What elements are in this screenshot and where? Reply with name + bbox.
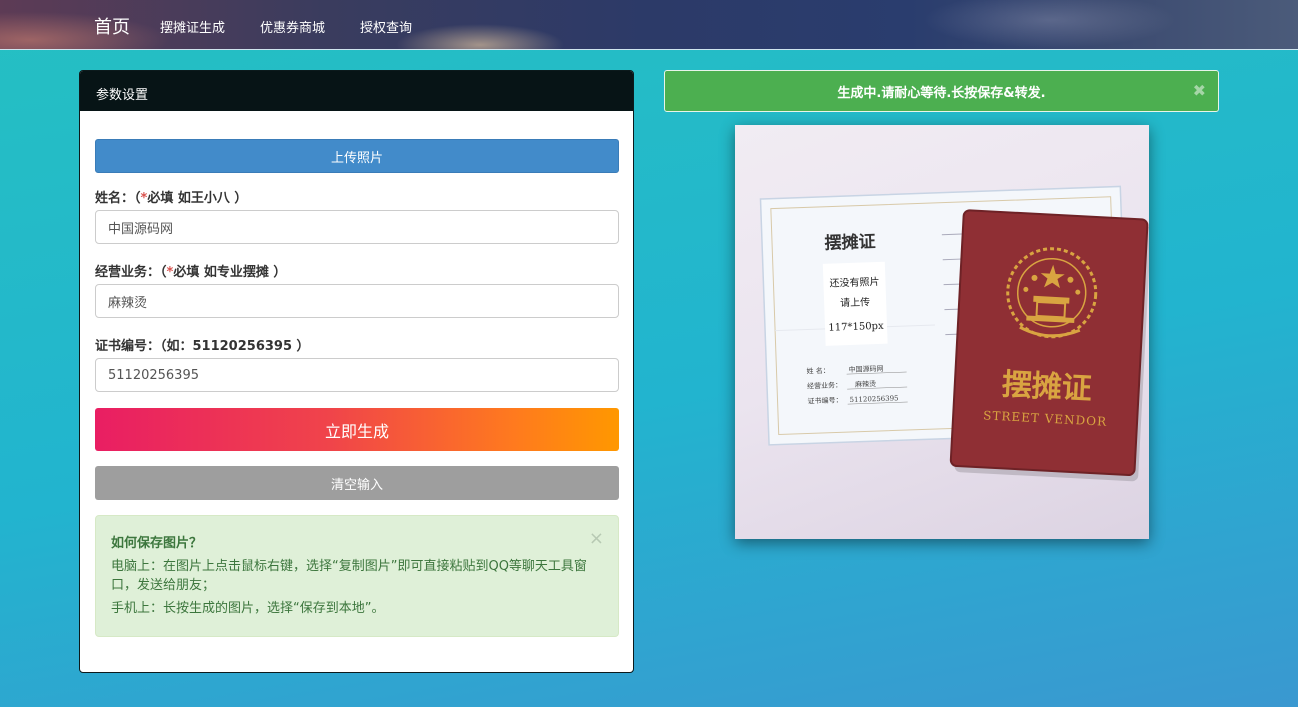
panel-title: 参数设置 — [80, 71, 633, 111]
business-input[interactable] — [95, 284, 619, 318]
status-alert: 生成中.请耐心等待.长按保存&转发. ✖ — [664, 70, 1219, 112]
help-title: 如何保存图片？ — [111, 536, 203, 551]
settings-panel: 参数设置 上传照片 姓名：（*必填 如王小八 ） 经营业务：（*必填 如专业摆摊… — [79, 70, 634, 673]
name-field-label: 姓名：（*必填 如王小八 ） — [95, 187, 247, 206]
nav-link-authorization-query[interactable]: 授权查询 — [360, 17, 412, 36]
help-mobile-text: 手机上：长按生成的图片，选择“保存到本地”。 — [111, 601, 385, 616]
cover-title: 摆摊证 — [1001, 367, 1093, 407]
status-text: 生成中.请耐心等待.长按保存&转发. — [837, 85, 1046, 101]
cert-name-label: 姓 名： — [806, 366, 830, 376]
top-navbar: 首页 摆摊证生成 优惠券商城 授权查询 — [0, 0, 1298, 50]
photo-placeholder-line2: 请上传 — [840, 295, 870, 309]
photo-placeholder-line3: 117*150px — [828, 321, 884, 334]
clear-input-button[interactable]: 清空输入 — [95, 466, 619, 500]
inner-title: 摆摊证 — [824, 231, 876, 254]
name-label-prefix: 姓名：（ — [95, 191, 141, 206]
cert-business-label: 经营业务： — [807, 380, 842, 390]
business-field-label: 经营业务：（*必填 如专业摆摊 ） — [95, 261, 286, 280]
certificate-number-input[interactable] — [95, 358, 619, 392]
number-label-prefix: 证书编号：（如：51120256395 ） — [95, 339, 310, 354]
name-input[interactable] — [95, 210, 619, 244]
save-help-alert: 如何保存图片？ 电脑上：在图片上点击鼠标右键，选择“复制图片”即可直接粘贴到QQ… — [95, 515, 619, 637]
cert-number-label: 证书编号： — [807, 395, 842, 405]
certificate-preview-image: 摆摊证 还没有照片 请上传 117*150px 姓 名： 中国源码网 经营业务：… — [735, 125, 1149, 539]
nav-home-link[interactable]: 首页 — [94, 13, 130, 39]
cert-name-value: 中国源码网 — [848, 364, 883, 374]
nav-link-vendor-license[interactable]: 摆摊证生成 — [160, 17, 225, 36]
generate-button[interactable]: 立即生成 — [95, 408, 619, 451]
business-label-prefix: 经营业务：（ — [95, 265, 167, 280]
help-desktop-text: 电脑上：在图片上点击鼠标右键，选择“复制图片”即可直接粘贴到QQ等聊天工具窗口，… — [111, 559, 587, 593]
certificate-illustration: 摆摊证 还没有照片 请上传 117*150px 姓 名： 中国源码网 经营业务：… — [759, 185, 1149, 482]
number-field-label: 证书编号：（如：51120256395 ） — [95, 335, 310, 354]
close-icon[interactable]: ✖ — [1193, 81, 1206, 100]
name-label-hint: 必填 如王小八 ） — [147, 191, 248, 206]
cert-business-value: 麻辣烫 — [855, 379, 876, 389]
nav-link-coupon-mall[interactable]: 优惠券商城 — [260, 17, 325, 36]
upload-photo-button[interactable]: 上传照片 — [95, 139, 619, 173]
business-label-hint: 必填 如专业摆摊 ） — [173, 265, 287, 280]
close-icon[interactable]: × — [589, 528, 604, 549]
